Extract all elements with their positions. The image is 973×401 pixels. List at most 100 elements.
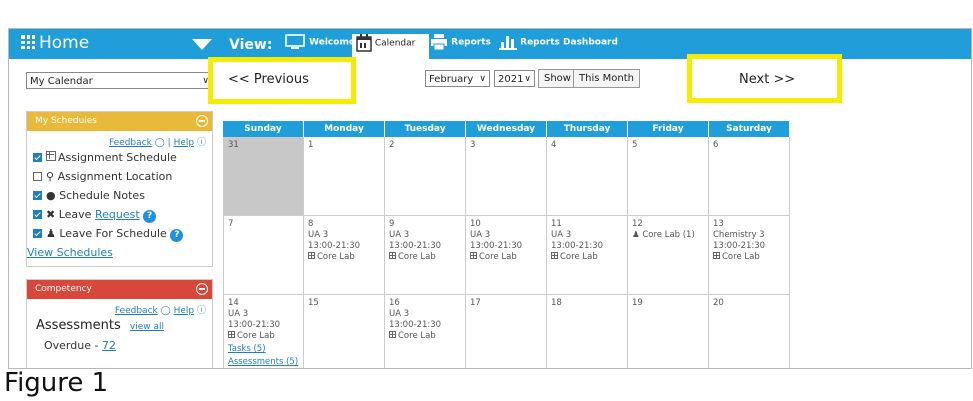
calendar-select-value: My Calendar xyxy=(30,76,93,87)
year-select-value: 2021 xyxy=(498,74,524,85)
day-number: 8 xyxy=(308,219,314,229)
checkbox[interactable] xyxy=(33,229,42,238)
event-line: UA 3 xyxy=(389,230,410,240)
nav-calendar[interactable]: Calendar xyxy=(352,34,429,59)
calendar-day-cell[interactable]: 11 UA 3 13:00-21:30 Core Lab xyxy=(547,216,628,295)
day-number: 12 xyxy=(632,219,643,229)
schedule-item-assignment-location[interactable]: ⚲ Assignment Location xyxy=(27,167,212,186)
event-line: 13:00-21:30 xyxy=(470,241,523,251)
calendar-event[interactable]: UA 3 13:00-21:30 Core Lab xyxy=(228,309,299,342)
cell-link[interactable]: Assessments (5) xyxy=(228,357,299,368)
calendar-event[interactable]: UA 3 13:00-21:30 Core Lab xyxy=(551,230,623,263)
checkbox[interactable] xyxy=(33,191,42,200)
checkbox[interactable] xyxy=(33,153,42,162)
month-select-value: February xyxy=(429,74,474,85)
schedule-item-leave[interactable]: ✖ Leave Request ? xyxy=(27,205,212,224)
calendar-day-cell[interactable]: 14 UA 3 13:00-21:30 Core Lab Tasks (5) Assess… xyxy=(223,295,304,368)
day-number: 6 xyxy=(713,140,719,150)
home-label: Home xyxy=(39,33,90,53)
grid-icon xyxy=(46,151,56,161)
nav-welcome[interactable]: Welcome xyxy=(284,34,355,59)
event-location: Core Lab xyxy=(722,252,760,262)
comment-icon: ◯ xyxy=(154,138,165,148)
calendar-day-cell[interactable]: 3 xyxy=(466,137,547,216)
nav-reports[interactable]: Reports xyxy=(430,34,491,59)
calendar-event[interactable]: UA 3 13:00-21:30 Core Lab xyxy=(470,230,542,263)
help-icon[interactable]: ? xyxy=(170,229,184,242)
view-label: View: xyxy=(229,37,273,53)
home-menu[interactable]: Home xyxy=(21,33,89,53)
calendar-event[interactable]: UA 3 13:00-21:30 Core Lab xyxy=(389,309,461,342)
calendar-day-cell[interactable]: 4 xyxy=(547,137,628,216)
calendar-select[interactable]: My Calendar ∨ xyxy=(26,72,213,89)
calendar-day-cell[interactable]: 6 xyxy=(709,137,790,216)
day-header-friday: Friday xyxy=(628,121,709,137)
show-button[interactable]: Show xyxy=(538,69,577,88)
calendar-day-cell[interactable]: 13 Chemistry 3 13:00-21:30 Core Lab xyxy=(709,216,790,295)
event-line: UA 3 xyxy=(551,230,572,240)
schedule-item-label: Schedule Notes xyxy=(59,189,145,202)
calendar-day-cell[interactable]: 9 UA 3 13:00-21:30 Core Lab xyxy=(385,216,466,295)
calendar-day-cell[interactable]: 19 xyxy=(628,295,709,368)
schedule-item-leave-for-schedule[interactable]: ♟ Leave For Schedule ? xyxy=(27,224,212,243)
monitor-icon xyxy=(285,34,305,49)
schedule-item-schedule-notes[interactable]: ● Schedule Notes xyxy=(27,186,212,205)
calendar-day-cell[interactable]: 10 UA 3 13:00-21:30 Core Lab xyxy=(466,216,547,295)
grid-icon xyxy=(389,252,396,259)
nav-reports-dashboard[interactable]: Reports Dashboard xyxy=(499,34,618,59)
calendar-day-cell[interactable]: 8 UA 3 13:00-21:30 Core Lab xyxy=(304,216,385,295)
previous-link[interactable]: << Previous xyxy=(228,72,309,87)
calendar-event[interactable]: Chemistry 3 13:00-21:30 Core Lab xyxy=(713,230,785,263)
leave-entry[interactable]: ♟ Core Lab (1) xyxy=(632,230,704,241)
checkbox[interactable] xyxy=(33,172,42,181)
separator: | xyxy=(167,138,171,148)
cell-link[interactable]: Tasks (5) xyxy=(228,344,299,355)
calendar-day-cell[interactable]: 16 UA 3 13:00-21:30 Core Lab xyxy=(385,295,466,368)
calendar-day-cell[interactable]: 1 xyxy=(304,137,385,216)
feedback-link[interactable]: Feedback xyxy=(109,138,152,148)
calendar-day-cell[interactable]: 20 xyxy=(709,295,790,368)
grid-icon xyxy=(21,35,35,49)
year-select[interactable]: 2021 ∨ xyxy=(494,70,535,87)
event-location: Core Lab xyxy=(398,252,436,262)
next-link[interactable]: Next >> xyxy=(739,72,795,87)
calendar-day-cell[interactable]: 15 xyxy=(304,295,385,368)
checkbox[interactable] xyxy=(33,210,42,219)
grid-icon xyxy=(308,252,315,259)
calendar-day-cell[interactable]: 12 ♟ Core Lab (1) xyxy=(628,216,709,295)
calendar-day-cell[interactable]: 17 xyxy=(466,295,547,368)
event-line: 13:00-21:30 xyxy=(713,241,766,251)
event-line: UA 3 xyxy=(470,230,491,240)
feedback-link[interactable]: Feedback xyxy=(115,306,158,316)
event-line: UA 3 xyxy=(389,309,410,319)
calendar-day-cell[interactable]: 18 xyxy=(547,295,628,368)
help-icon[interactable]: ? xyxy=(143,210,157,223)
calendar-event[interactable]: UA 3 13:00-21:30 Core Lab xyxy=(308,230,380,263)
calendar-day-cell[interactable]: 7 xyxy=(223,216,304,295)
calendar-day-cell[interactable]: 31 xyxy=(223,137,304,216)
collapse-icon[interactable] xyxy=(196,283,208,295)
day-number: 5 xyxy=(632,140,638,150)
help-link[interactable]: Help xyxy=(174,138,195,148)
event-location: Core Lab xyxy=(560,252,598,262)
schedule-item-assignment-schedule[interactable]: Assignment Schedule xyxy=(27,148,212,167)
comment-icon: ● xyxy=(46,189,56,202)
day-number: 11 xyxy=(551,219,562,229)
help-icon: ⓘ xyxy=(196,138,206,148)
calendar-event[interactable]: UA 3 13:00-21:30 Core Lab xyxy=(389,230,461,263)
view-all-link[interactable]: view all xyxy=(130,322,164,332)
view-schedules-link[interactable]: View Schedules xyxy=(27,246,113,259)
nav-reports-label: Reports xyxy=(451,37,491,48)
calendar-day-cell[interactable]: 5 xyxy=(628,137,709,216)
collapse-icon[interactable] xyxy=(196,115,208,127)
month-select[interactable]: February ∨ xyxy=(425,70,490,87)
this-month-button[interactable]: This Month xyxy=(573,69,640,88)
request-link[interactable]: Request xyxy=(95,208,140,221)
help-link[interactable]: Help xyxy=(174,306,195,316)
chevron-down-icon[interactable] xyxy=(192,39,212,50)
day-number: 15 xyxy=(308,298,319,308)
calendar-day-cell[interactable]: 2 xyxy=(385,137,466,216)
my-schedules-panel: My Schedules Feedback ◯ | Help ⓘ Assignm… xyxy=(26,111,213,267)
overdue-count-link[interactable]: 72 xyxy=(102,339,116,352)
help-icon: ⓘ xyxy=(196,306,206,316)
